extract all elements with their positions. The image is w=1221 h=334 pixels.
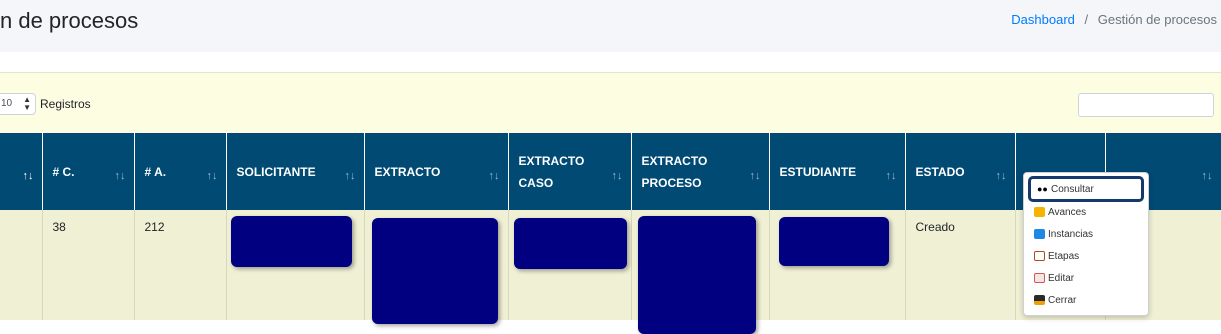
column-header-0[interactable]: ↑↓ xyxy=(0,133,43,210)
records-length-value: 10 xyxy=(1,98,13,109)
select-arrows-icon: ▲ ▼ xyxy=(23,95,31,112)
cell-c: 38 xyxy=(42,210,135,320)
sort-icon: ↑↓ xyxy=(344,170,356,182)
redacted-block xyxy=(513,218,627,269)
column-header-solicitante[interactable]: SOLICITANTE ↑↓ xyxy=(226,133,365,210)
sort-desc-icon: ↑↓ xyxy=(22,170,34,182)
menu-item-consultar[interactable]: ●● Consultar xyxy=(1028,176,1144,202)
page-title: n de procesos xyxy=(0,8,139,33)
grid-icon xyxy=(1034,229,1045,239)
breadcrumb-current: Gestión de procesos xyxy=(1097,12,1217,27)
redacted-block xyxy=(637,216,756,334)
menu-item-etapas[interactable]: Etapas xyxy=(1034,246,1079,266)
search-input[interactable] xyxy=(1078,93,1214,117)
cell-extracto-proceso xyxy=(631,210,770,334)
content-header: n de procesos Dashboard / Gestión de pro… xyxy=(0,0,1221,52)
sort-icon: ↑↓ xyxy=(1201,170,1213,182)
sort-icon: ↑↓ xyxy=(488,170,500,182)
breadcrumb-separator: / xyxy=(1084,12,1089,27)
redacted-block xyxy=(778,217,889,266)
menu-item-avances[interactable]: Avances xyxy=(1034,202,1086,222)
writing-hand-icon xyxy=(1034,207,1045,217)
cell-solicitante xyxy=(226,210,365,320)
breadcrumb: Dashboard / Gestión de procesos xyxy=(1011,12,1217,27)
menu-item-cerrar[interactable]: Cerrar xyxy=(1034,290,1076,310)
records-length-select[interactable]: 10 ▲ ▼ xyxy=(0,93,36,115)
menu-item-label: Consultar xyxy=(1051,183,1094,195)
cell-estudiante xyxy=(769,210,906,320)
table-panel: 10 ▲ ▼ Registros ↑↓ # C. ↑↓ # A. ↑↓ SOLICIT… xyxy=(0,72,1221,334)
breadcrumb-dashboard-link[interactable]: Dashboard xyxy=(1011,12,1075,27)
close-icon xyxy=(1034,295,1045,305)
menu-item-instancias[interactable]: Instancias xyxy=(1034,224,1093,244)
menu-item-label: Cerrar xyxy=(1048,294,1077,306)
cell-extracto-caso xyxy=(508,210,632,320)
sort-icon: ↑↓ xyxy=(206,170,218,182)
sort-icon: ↑↓ xyxy=(885,170,897,182)
menu-item-label: Etapas xyxy=(1048,250,1080,262)
column-header-a[interactable]: # A. ↑↓ xyxy=(134,133,227,210)
cell-a: 212 xyxy=(134,210,227,320)
column-header-extracto-proceso[interactable]: EXTRACTO PROCESO ↑↓ xyxy=(631,133,770,210)
sort-icon: ↑↓ xyxy=(611,170,623,182)
records-length-label: Registros xyxy=(40,97,91,111)
actions-dropdown-menu: ●● Consultar Avances Instancias Etapas E… xyxy=(1023,172,1149,316)
column-header-c[interactable]: # C. ↑↓ xyxy=(42,133,135,210)
column-header-estado[interactable]: ESTADO ↑↓ xyxy=(905,133,1016,210)
column-header-estudiante[interactable]: ESTUDIANTE ↑↓ xyxy=(769,133,906,210)
redacted-block xyxy=(371,218,498,324)
ladder-icon xyxy=(1034,251,1045,261)
sort-icon: ↑↓ xyxy=(995,170,1007,182)
menu-item-label: Instancias xyxy=(1048,228,1094,240)
eyes-icon: ●● xyxy=(1037,184,1048,194)
cell-estado: Creado xyxy=(905,210,1016,320)
edit-icon xyxy=(1034,273,1045,283)
sort-icon: ↑↓ xyxy=(114,170,126,182)
column-header-extracto[interactable]: EXTRACTO ↑↓ xyxy=(364,133,509,210)
redacted-block xyxy=(230,216,352,267)
cell-empty xyxy=(0,210,43,320)
sort-icon: ↑↓ xyxy=(749,170,761,182)
column-header-extracto-caso[interactable]: EXTRACTO CASO ↑↓ xyxy=(508,133,632,210)
menu-item-label: Editar xyxy=(1048,272,1075,284)
cell-extracto xyxy=(364,210,509,324)
spacer xyxy=(0,52,1221,72)
menu-item-editar[interactable]: Editar xyxy=(1034,268,1074,288)
menu-item-label: Avances xyxy=(1048,206,1087,218)
